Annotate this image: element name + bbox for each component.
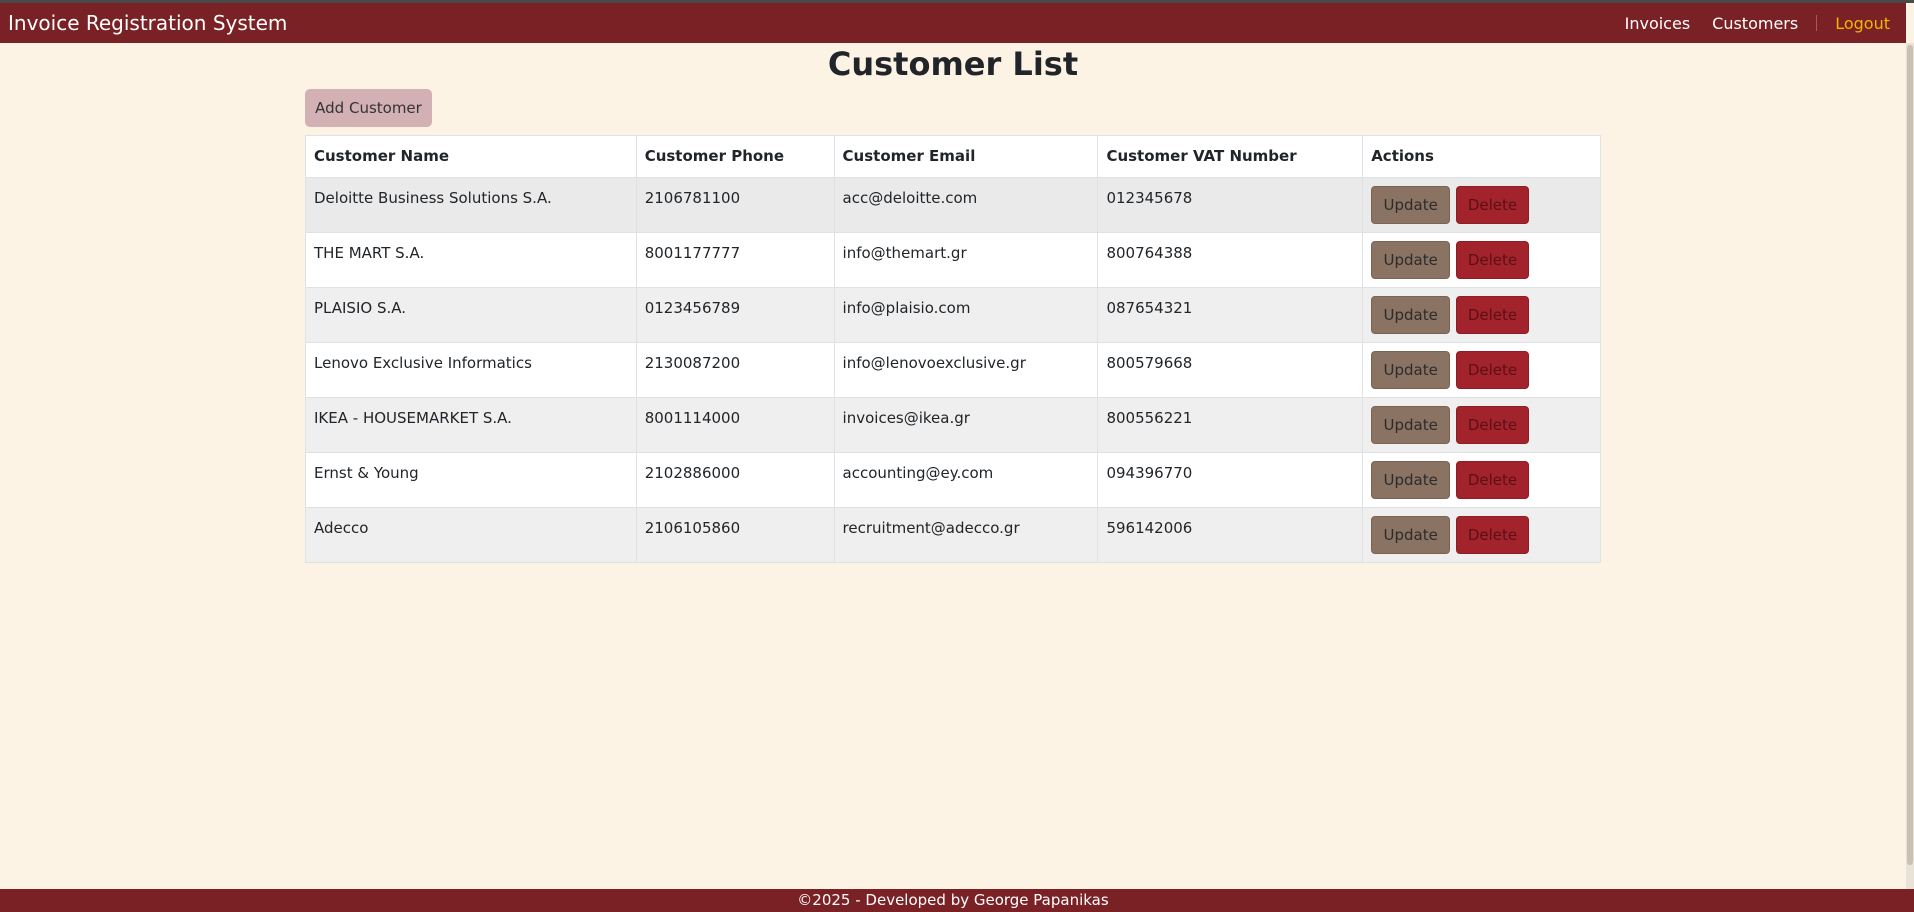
cell-email: accounting@ey.com (833, 452, 1099, 508)
cell-vat: 800579668 (1097, 342, 1364, 398)
brand-title[interactable]: Invoice Registration System (8, 11, 287, 35)
cell-email: info@themart.gr (833, 232, 1099, 288)
cell-email: invoices@ikea.gr (833, 397, 1099, 453)
delete-button[interactable]: Delete (1455, 351, 1529, 389)
cell-name: Lenovo Exclusive Informatics (305, 342, 637, 398)
cell-email: info@plaisio.com (833, 287, 1099, 343)
logout-link[interactable]: Logout (1835, 14, 1890, 33)
cell-actions: Update Delete (1362, 507, 1601, 563)
column-header-name: Customer Name (305, 135, 637, 178)
delete-button[interactable]: Delete (1455, 461, 1529, 499)
table-row: Lenovo Exclusive Informatics 2130087200 in… (305, 342, 1601, 398)
add-customer-button[interactable]: Add Customer (305, 89, 432, 127)
table-row: PLAISIO S.A. 0123456789 info@plaisio.com 08… (305, 287, 1601, 343)
update-button[interactable]: Update (1371, 406, 1451, 444)
update-button[interactable]: Update (1371, 516, 1451, 554)
cell-actions: Update Delete (1362, 177, 1601, 233)
nav-links: Invoices Customers Logout (1603, 3, 1898, 43)
cell-name: Ernst & Young (305, 452, 637, 508)
cell-vat: 596142006 (1097, 507, 1364, 563)
page-title: Customer List (827, 45, 1079, 83)
vertical-scrollbar[interactable] (1906, 43, 1914, 889)
update-button[interactable]: Update (1371, 461, 1451, 499)
delete-button[interactable]: Delete (1455, 516, 1529, 554)
delete-button[interactable]: Delete (1455, 406, 1529, 444)
footer-text: ©2025 - Developed by George Papanikas (797, 891, 1109, 909)
footer-corner (1906, 889, 1914, 912)
cell-email: recruitment@adecco.gr (833, 507, 1099, 563)
table-header-row: Customer Name Customer Phone Customer Em… (305, 135, 1601, 178)
column-header-actions: Actions (1362, 135, 1601, 178)
cell-vat: 800764388 (1097, 232, 1364, 288)
table-row: Ernst & Young 2102886000 accounting@ey.com… (305, 452, 1601, 508)
table-row: IKEA - HOUSEMARKET S.A. 8001114000 invoice… (305, 397, 1601, 453)
delete-button[interactable]: Delete (1455, 296, 1529, 334)
cell-actions: Update Delete (1362, 287, 1601, 343)
cell-name: Adecco (305, 507, 637, 563)
cell-vat: 800556221 (1097, 397, 1364, 453)
cell-vat: 012345678 (1097, 177, 1364, 233)
footer: ©2025 - Developed by George Papanikas (0, 889, 1906, 912)
update-button[interactable]: Update (1371, 241, 1451, 279)
cell-email: info@lenovoexclusive.gr (833, 342, 1099, 398)
customer-table: Customer Name Customer Phone Customer Em… (305, 135, 1601, 563)
cell-name: IKEA - HOUSEMARKET S.A. (305, 397, 637, 453)
update-button[interactable]: Update (1371, 186, 1451, 224)
cell-email: acc@deloitte.com (833, 177, 1099, 233)
nav-divider (1816, 15, 1818, 31)
update-button[interactable]: Update (1371, 351, 1451, 389)
cell-actions: Update Delete (1362, 452, 1601, 508)
navbar: Invoice Registration System Invoices Cus… (0, 3, 1906, 43)
nav-link-customers[interactable]: Customers (1712, 14, 1798, 33)
cell-phone: 8001177777 (635, 232, 835, 288)
cell-phone: 2106105860 (635, 507, 835, 563)
table-body: Deloitte Business Solutions S.A. 21067811… (305, 177, 1601, 563)
column-header-email: Customer Email (833, 135, 1099, 178)
cell-vat: 094396770 (1097, 452, 1364, 508)
cell-actions: Update Delete (1362, 232, 1601, 288)
cell-phone: 2130087200 (635, 342, 835, 398)
cell-actions: Update Delete (1362, 342, 1601, 398)
delete-button[interactable]: Delete (1455, 241, 1529, 279)
table-row: THE MART S.A. 8001177777 info@themart.gr 80… (305, 232, 1601, 288)
column-header-phone: Customer Phone (635, 135, 835, 178)
cell-phone: 8001114000 (635, 397, 835, 453)
column-header-vat: Customer VAT Number (1097, 135, 1364, 178)
cell-name: THE MART S.A. (305, 232, 637, 288)
cell-name: PLAISIO S.A. (305, 287, 637, 343)
cell-name: Deloitte Business Solutions S.A. (305, 177, 637, 233)
cell-phone: 2102886000 (635, 452, 835, 508)
cell-vat: 087654321 (1097, 287, 1364, 343)
table-row: Adecco 2106105860 recruitment@adecco.gr 596… (305, 507, 1601, 563)
update-button[interactable]: Update (1371, 296, 1451, 334)
cell-phone: 0123456789 (635, 287, 835, 343)
cell-actions: Update Delete (1362, 397, 1601, 453)
nav-link-invoices[interactable]: Invoices (1625, 14, 1691, 33)
scrollbar-thumb[interactable] (1907, 45, 1913, 865)
table-row: Deloitte Business Solutions S.A. 21067811… (305, 177, 1601, 233)
delete-button[interactable]: Delete (1455, 186, 1529, 224)
cell-phone: 2106781100 (635, 177, 835, 233)
